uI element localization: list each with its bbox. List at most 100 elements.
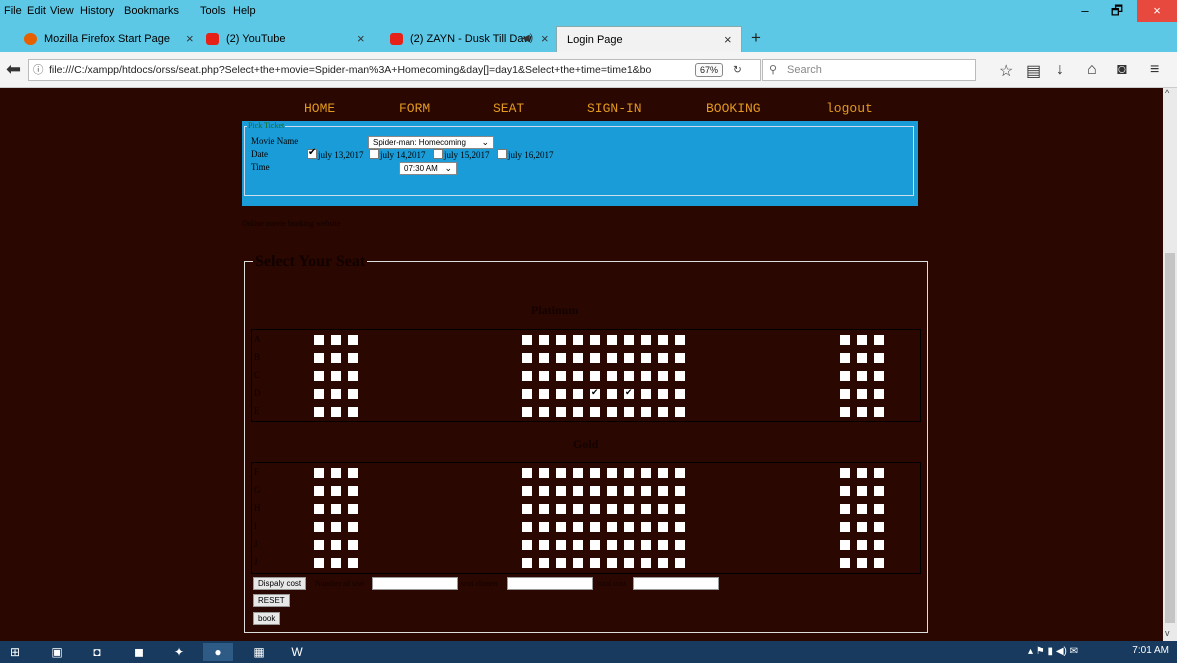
seat-checkbox[interactable] — [590, 486, 600, 496]
seat-checkbox[interactable] — [573, 504, 583, 514]
tab-login-page[interactable]: Login Page × — [556, 26, 742, 52]
seat-checkbox[interactable] — [331, 389, 341, 399]
seat-checkbox[interactable] — [857, 486, 867, 496]
seat-checkbox[interactable] — [624, 540, 634, 550]
seat-checkbox[interactable] — [840, 522, 850, 532]
seat-checkbox[interactable] — [348, 371, 358, 381]
seat-checkbox[interactable] — [874, 407, 884, 417]
nav-home[interactable]: HOME — [304, 101, 335, 116]
file-explorer-icon[interactable]: ▣ — [42, 643, 72, 661]
store-icon[interactable]: ◘ — [82, 643, 112, 661]
seat-checkbox[interactable] — [607, 522, 617, 532]
seat-checkbox[interactable] — [675, 468, 685, 478]
seat-checkbox[interactable] — [658, 558, 668, 568]
seat-checkbox[interactable] — [675, 407, 685, 417]
seat-checkbox[interactable] — [840, 504, 850, 514]
seat-checkbox[interactable] — [314, 504, 324, 514]
nav-sign-in[interactable]: SIGN-IN — [587, 101, 642, 116]
seat-checkbox[interactable] — [331, 407, 341, 417]
seat-checkbox[interactable] — [624, 335, 634, 345]
date-checkbox-1[interactable] — [307, 147, 317, 159]
seat-checkbox[interactable] — [348, 504, 358, 514]
seat-checkbox[interactable] — [658, 389, 668, 399]
seat-checkbox[interactable] — [539, 522, 549, 532]
seat-checkbox[interactable] — [539, 468, 549, 478]
seat-checkbox[interactable] — [641, 558, 651, 568]
seat-checkbox[interactable] — [607, 407, 617, 417]
zoom-level[interactable]: 67% — [695, 63, 723, 77]
date-checkbox-2[interactable] — [369, 149, 379, 159]
seat-checkbox[interactable] — [641, 371, 651, 381]
seat-checkbox[interactable] — [857, 335, 867, 345]
seat-checkbox[interactable] — [840, 335, 850, 345]
seat-checkbox[interactable] — [857, 468, 867, 478]
seat-checkbox[interactable] — [590, 353, 600, 363]
seat-checkbox[interactable] — [314, 486, 324, 496]
seat-checkbox[interactable] — [658, 486, 668, 496]
seat-checkbox[interactable] — [874, 540, 884, 550]
seat-checkbox[interactable] — [539, 353, 549, 363]
seat-checkbox[interactable] — [556, 504, 566, 514]
seat-checkbox[interactable] — [641, 504, 651, 514]
tab-youtube[interactable]: (2) YouTube × — [200, 26, 380, 52]
speaker-icon[interactable]: ◀) — [522, 26, 533, 52]
seat-checkbox[interactable] — [874, 371, 884, 381]
seat-checkbox[interactable] — [590, 371, 600, 381]
seat-checkbox[interactable] — [641, 407, 651, 417]
seat-checkbox[interactable] — [590, 504, 600, 514]
seat-checkbox[interactable] — [314, 407, 324, 417]
seat-checkbox[interactable] — [348, 407, 358, 417]
restore-button[interactable]: 🗗 — [1100, 0, 1134, 22]
seat-checkbox[interactable] — [539, 540, 549, 550]
seat-chosen-input[interactable] — [507, 577, 593, 590]
home-icon[interactable]: ⌂ — [1087, 61, 1097, 79]
seat-checkbox[interactable] — [641, 540, 651, 550]
seat-checkbox[interactable] — [590, 540, 600, 550]
seat-checkbox[interactable] — [573, 540, 583, 550]
seat-checkbox[interactable] — [573, 407, 583, 417]
nav-form[interactable]: FORM — [399, 101, 430, 116]
seat-checkbox[interactable] — [556, 540, 566, 550]
seat-checkbox[interactable] — [590, 522, 600, 532]
menu-history[interactable]: History — [80, 5, 114, 17]
seat-checkbox[interactable] — [658, 335, 668, 345]
seat-checkbox[interactable] — [857, 504, 867, 514]
seat-checkbox[interactable] — [607, 335, 617, 345]
seat-checkbox[interactable] — [556, 407, 566, 417]
seat-checkbox[interactable] — [658, 540, 668, 550]
seat-checkbox[interactable] — [556, 522, 566, 532]
seat-checkbox[interactable] — [522, 371, 532, 381]
seat-checkbox[interactable] — [522, 486, 532, 496]
seat-checkbox[interactable] — [348, 353, 358, 363]
seat-checkbox[interactable] — [348, 468, 358, 478]
seat-checkbox[interactable] — [348, 558, 358, 568]
seat-checkbox[interactable] — [641, 522, 651, 532]
seat-checkbox[interactable] — [874, 468, 884, 478]
bookmark-star-icon[interactable]: ☆ — [999, 61, 1013, 81]
seat-checkbox[interactable] — [624, 558, 634, 568]
seat-checkbox[interactable] — [641, 468, 651, 478]
seat-checkbox[interactable] — [874, 335, 884, 345]
close-tab-icon[interactable]: × — [357, 26, 365, 52]
firefox-taskbar-icon[interactable]: ● — [203, 643, 233, 661]
seat-checkbox[interactable] — [624, 407, 634, 417]
seat-checkbox[interactable] — [840, 540, 850, 550]
seat-checkbox[interactable] — [573, 486, 583, 496]
seat-checkbox[interactable] — [573, 522, 583, 532]
total-cost-input[interactable] — [633, 577, 719, 590]
pocket-icon[interactable]: ◙ — [1117, 61, 1127, 79]
seat-checkbox[interactable] — [607, 468, 617, 478]
seat-checkbox[interactable] — [857, 558, 867, 568]
seat-checkbox[interactable] — [675, 389, 685, 399]
seat-checkbox[interactable] — [675, 335, 685, 345]
seat-checkbox[interactable] — [590, 468, 600, 478]
menu-icon[interactable]: ≡ — [1150, 61, 1159, 79]
close-window-button[interactable]: × — [1137, 0, 1177, 22]
seat-checkbox[interactable] — [314, 335, 324, 345]
close-tab-icon[interactable]: × — [186, 26, 194, 52]
movie-select[interactable]: Spider-man: Homecoming ⌄ — [368, 136, 494, 149]
scroll-up-icon[interactable]: ^ — [1165, 88, 1169, 98]
seat-checkbox[interactable] — [658, 353, 668, 363]
seat-checkbox[interactable] — [314, 540, 324, 550]
seat-checkbox[interactable] — [607, 558, 617, 568]
